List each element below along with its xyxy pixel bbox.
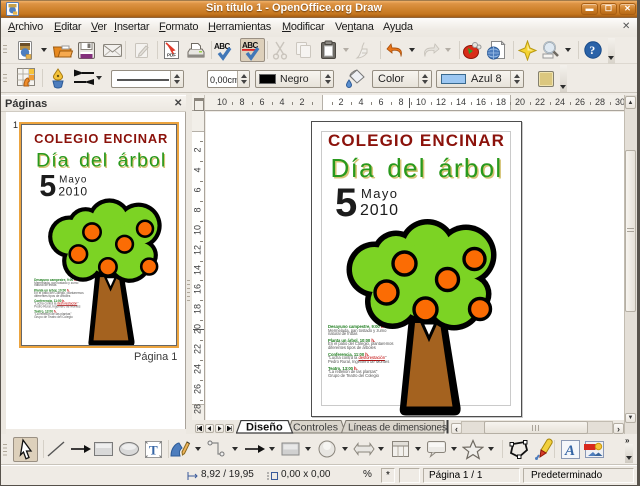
svg-text:?: ?	[589, 43, 595, 57]
svg-text:PDF: PDF	[167, 53, 176, 58]
svg-text:T: T	[149, 442, 158, 457]
svg-text:Controles: Controles	[293, 422, 338, 434]
svg-text:A: A	[564, 443, 575, 459]
svg-text:Diseño: Diseño	[246, 422, 283, 434]
svg-text:Líneas de dimensiones: Líneas de dimensiones	[348, 423, 447, 434]
